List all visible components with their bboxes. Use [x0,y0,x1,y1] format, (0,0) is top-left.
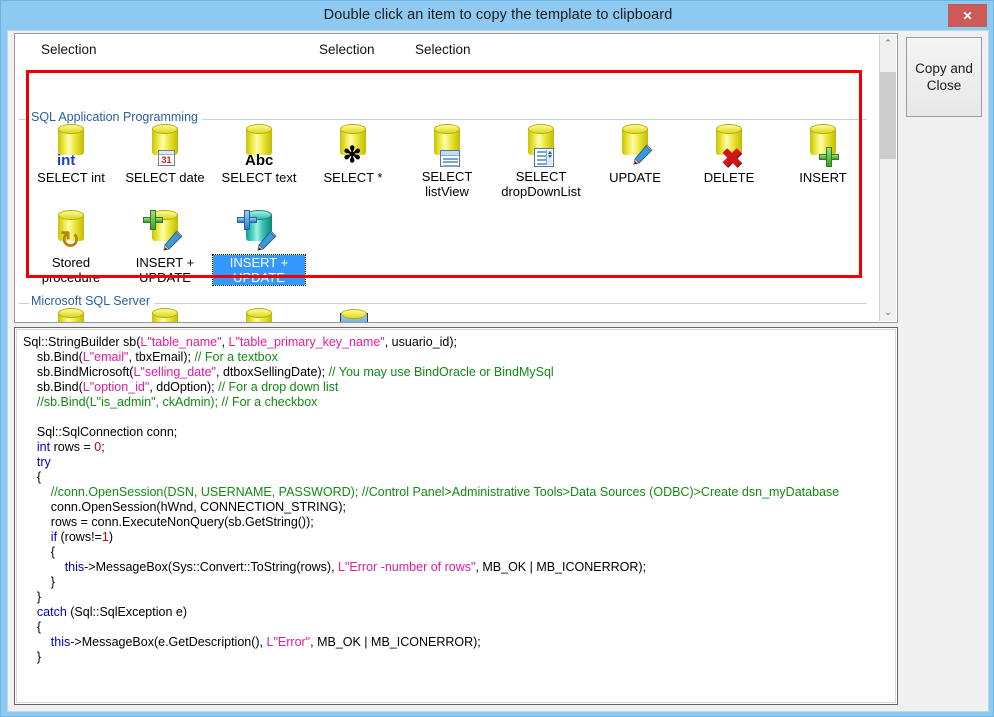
code-line: this->MessageBox(Sys::Convert::ToString(… [64,560,647,574]
database-stored-proc-icon: ↻ [47,210,95,254]
template-item-select-listview[interactable]: SELECT listView [401,124,493,201]
template-item-label: Stored procedure [41,255,101,285]
code-line: { [23,470,42,484]
code-line: sb.BindMicrosoft(L"selling_date", dtboxS… [23,365,554,379]
database-insert-update-icon [141,210,189,254]
template-item-label: INSERT [799,170,847,185]
template-item-label: SELECT dropDownList [501,169,581,199]
database-dropdown-icon [517,124,565,168]
code-line: this->MessageBox(e.GetDescription(), L"E… [50,635,481,649]
client-area: Selection Selection Selection SQL Applic… [7,30,989,712]
template-item-stored-procedure[interactable]: ↻ Stored procedure [25,210,117,287]
template-item-select-date[interactable]: 31 SELECT date [119,124,211,187]
template-item-label: UPDATE [609,170,661,185]
template-icon-panel-content: Selection Selection Selection SQL Applic… [15,34,882,322]
code-line: Sql::SqlConnection conn; [23,425,178,439]
template-item-label: SELECT * [323,170,383,185]
database-icon [235,308,283,322]
code-preview-text: Sql::StringBuilder sb(L"table_name", L"t… [23,335,889,665]
template-item-insert-update[interactable]: INSERT + UPDATE [119,210,211,287]
template-item-partial-1[interactable] [25,308,117,322]
copy-and-close-button[interactable]: Copy and Close [906,37,982,117]
template-item-select-text[interactable]: Abc SELECT text [213,124,305,187]
code-preview-inner: Sql::StringBuilder sb(L"table_name", L"t… [16,329,896,703]
code-line: catch (Sql::SqlException e) [36,605,187,619]
column-header-selection-2: Selection [319,42,375,57]
pencil-icon [163,230,183,251]
template-item-partial-3[interactable] [213,308,305,322]
vertical-scrollbar[interactable]: ⌃ ⌄ [879,35,896,321]
code-line: int rows = 0; [36,440,105,454]
template-item-label: INSERT + UPDATE [212,254,306,286]
database-int-icon: int [47,124,95,168]
code-line: if (rows!=1) [50,530,113,544]
plus-icon [143,210,163,230]
template-item-select-dropdownlist[interactable]: SELECT dropDownList [495,124,587,201]
code-line: { [23,620,42,634]
database-abc-icon: Abc [235,124,283,168]
database-delete-icon: ✖ [705,124,753,171]
scroll-down-icon[interactable]: ⌄ [880,304,896,321]
title-bar: Double click an item to copy the templat… [1,1,993,30]
template-item-label: SELECT date [125,170,205,185]
code-line: } [23,650,42,664]
close-icon[interactable]: ✕ [948,4,987,27]
database-listview-icon [423,124,471,168]
template-item-insert-update-selected[interactable]: INSERT + UPDATE [212,210,306,287]
code-line: } [23,590,42,604]
pencil-icon [633,144,653,165]
template-item-partial-2[interactable] [119,308,211,322]
template-item-label: SELECT text [221,170,297,185]
scrollbar-thumb[interactable] [880,72,896,159]
template-item-select-int[interactable]: int SELECT int [25,124,117,187]
template-icon-panel[interactable]: Selection Selection Selection SQL Applic… [14,33,898,323]
template-item-delete[interactable]: ✖ DELETE [683,124,775,187]
database-asterisk-icon: ✻ [329,124,377,168]
group-title-sql-application-programming: SQL Application Programming [29,110,202,124]
template-item-label: INSERT + UPDATE [135,255,195,285]
code-line: rows = conn.ExecuteNonQuery(sb.GetString… [23,515,314,529]
database-plus-icon [799,124,847,168]
database-selected-icon [329,309,377,322]
code-line: conn.OpenSession(hWnd, CONNECTION_STRING… [23,500,347,514]
plus-icon [819,147,839,167]
scroll-up-icon[interactable]: ⌃ [880,35,896,52]
code-preview-area[interactable]: Sql::StringBuilder sb(L"table_name", L"t… [14,327,898,705]
code-line: sb.Bind(L"email", tbxEmail); // For a te… [23,350,278,364]
group-title-microsoft-sql-server: Microsoft SQL Server [29,294,155,308]
code-line: try [36,455,51,469]
template-item-label: SELECT int [37,170,105,185]
database-icon [141,308,189,322]
column-header-selection-1: Selection [41,42,97,57]
code-line: Sql::StringBuilder sb(L"table_name", L"t… [23,335,457,349]
column-header-selection-3: Selection [415,42,471,57]
code-line: sb.Bind(L"option_id", ddOption); // For … [23,380,339,394]
code-line: { [23,545,55,559]
database-calendar-icon: 31 [141,124,189,168]
template-item-select-star[interactable]: ✻ SELECT * [307,124,399,187]
template-browser-window: Double click an item to copy the templat… [0,0,994,717]
template-item-insert[interactable]: INSERT [777,124,869,187]
template-item-update[interactable]: UPDATE [589,124,681,187]
window-title: Double click an item to copy the templat… [323,7,673,23]
code-line: } [23,575,55,589]
template-item-label: SELECT listView [421,169,473,199]
database-icon [47,308,95,322]
code-line: //sb.Bind(L"is_admin", ckAdmin); // For … [23,395,318,409]
code-line: //conn.OpenSession(DSN, USERNAME, PASSWO… [50,485,840,499]
database-insert-update-blue-icon [235,210,283,254]
template-item-partial-4-selected[interactable] [307,309,399,322]
plus-icon [237,210,257,230]
database-pencil-icon [611,124,659,168]
pencil-icon [257,230,277,251]
